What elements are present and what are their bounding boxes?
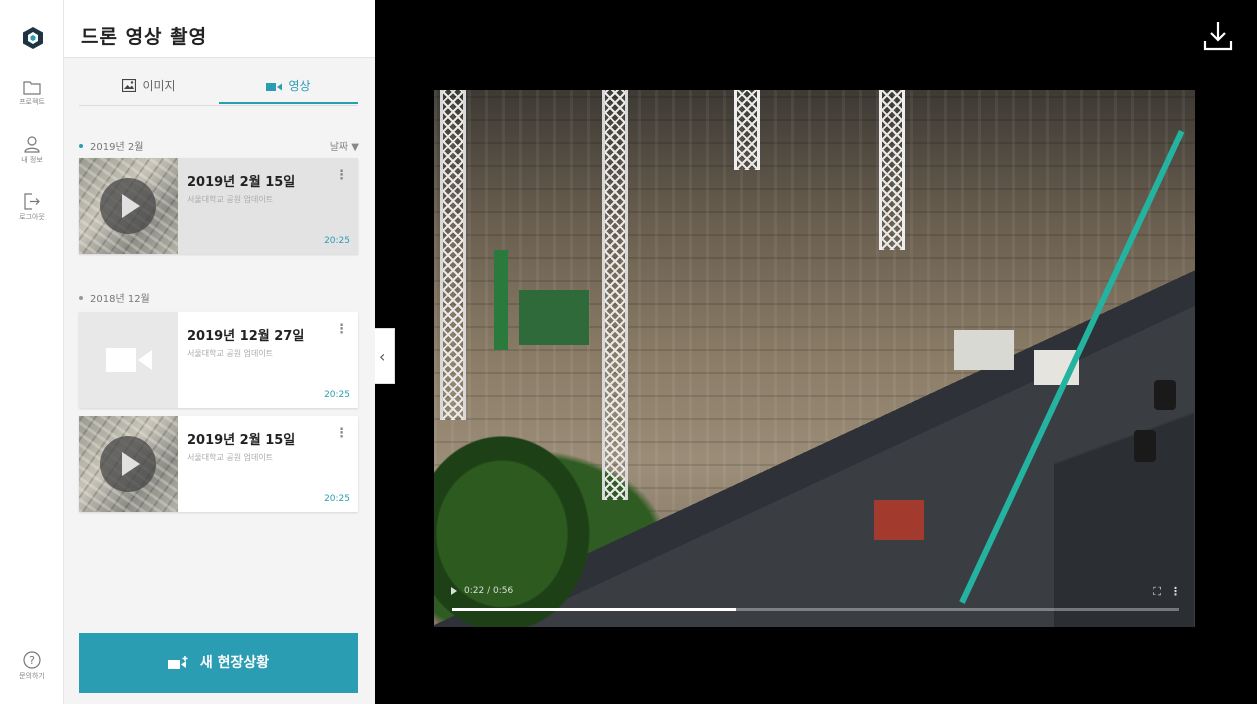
- logout-icon: [24, 193, 40, 210]
- rail-logout-label: 로그아웃: [19, 213, 45, 221]
- item-title: 2019년 2월 15일: [187, 433, 296, 448]
- play-icon: [100, 436, 156, 492]
- image-icon: [122, 78, 137, 93]
- folder-icon: [23, 81, 41, 95]
- fullscreen-icon[interactable]: ⛶: [1153, 585, 1161, 599]
- media-list-panel: 드론 영상 촬영 이미지 영상 2019년 2월 날짜 ▼ 2019년 2월 1…: [64, 0, 375, 704]
- rail-projects[interactable]: 프로젝트: [0, 80, 64, 107]
- rail-my-info-label: 내 정보: [21, 156, 43, 164]
- sort-by-date-dropdown[interactable]: 날짜 ▼: [330, 138, 359, 153]
- video-progress-bar[interactable]: [452, 608, 1179, 611]
- tab-videos[interactable]: 영상: [219, 68, 358, 104]
- item-subtitle: 서울대학교 공원 업데이트: [187, 453, 274, 462]
- more-vertical-icon[interactable]: ⋮: [335, 426, 348, 441]
- group-label-text: 2019년 2월: [90, 142, 144, 153]
- play-control-icon[interactable]: [451, 587, 457, 595]
- item-duration: 20:25: [324, 494, 350, 504]
- group-label-2019-02: 2019년 2월: [79, 138, 143, 153]
- rail-logout[interactable]: 로그아웃: [0, 193, 64, 222]
- play-icon: [100, 178, 156, 234]
- panel-header: 드론 영상 촬영: [64, 0, 375, 58]
- video-thumbnail: [79, 416, 178, 512]
- app-logo[interactable]: [22, 26, 44, 50]
- item-subtitle: 서울대학교 공원 업데이트: [187, 349, 274, 358]
- rail-my-info[interactable]: 내 정보: [0, 136, 64, 165]
- group-dot: [79, 296, 83, 300]
- rail-help[interactable]: ? 문의하기: [0, 651, 64, 681]
- item-subtitle: 서울대학교 공원 업데이트: [187, 195, 274, 204]
- tree-canopy: [434, 420, 604, 627]
- svg-text:?: ?: [29, 654, 35, 667]
- group-label-text: 2018년 12월: [90, 294, 150, 305]
- video-camera-plus-icon: [167, 656, 188, 669]
- tab-images[interactable]: 이미지: [79, 68, 219, 104]
- icon-rail: 프로젝트 내 정보 로그아웃 ? 문의하기: [0, 0, 64, 704]
- item-title: 2019년 12월 27일: [187, 329, 305, 344]
- video-player[interactable]: 0:22 / 0:56 ⛶ ⋮: [434, 90, 1195, 627]
- group-label-2018-12: 2018년 12월: [79, 290, 150, 305]
- new-site-status-label: 새 현장상황: [199, 655, 270, 671]
- media-tabs: 이미지 영상: [79, 68, 358, 106]
- rail-help-label: 문의하기: [19, 672, 45, 680]
- site-container: [519, 290, 589, 345]
- item-duration: 20:25: [324, 236, 350, 246]
- item-title: 2019년 2월 15일: [187, 175, 296, 190]
- more-vertical-icon[interactable]: ⋮: [335, 322, 348, 337]
- new-site-status-button[interactable]: 새 현장상황: [79, 633, 358, 693]
- crane-tower: [734, 90, 760, 170]
- more-vertical-icon[interactable]: ⋮: [335, 168, 348, 183]
- video-camera-icon: [266, 83, 283, 91]
- list-item[interactable]: 2019년 2월 15일 서울대학교 공원 업데이트 ⋮ 20:25: [79, 416, 358, 512]
- site-structure: [494, 250, 508, 350]
- tabs-divider: [79, 105, 358, 106]
- video-viewer: 0:22 / 0:56 ⛶ ⋮: [375, 0, 1257, 704]
- video-progress-fill: [452, 608, 736, 611]
- video-time: 0:22 / 0:56: [464, 586, 514, 596]
- tab-images-label: 이미지: [142, 79, 176, 93]
- site-scaffold: [874, 500, 924, 540]
- site-cabin: [954, 330, 1014, 370]
- more-vertical-icon[interactable]: ⋮: [1170, 585, 1181, 598]
- page-title: 드론 영상 촬영: [81, 26, 208, 48]
- rail-projects-label: 프로젝트: [19, 98, 45, 106]
- video-camera-icon: [106, 348, 152, 372]
- tab-videos-label: 영상: [288, 79, 311, 93]
- group-dot: [79, 144, 83, 148]
- app-root: 프로젝트 내 정보 로그아웃 ? 문의하기 드론 영상 촬영 이미지 영상 20…: [0, 0, 1257, 704]
- collapse-panel-button[interactable]: ‹: [375, 328, 395, 384]
- user-icon: [24, 136, 40, 153]
- help-icon: ?: [23, 651, 41, 669]
- crane-tower: [602, 90, 628, 500]
- video-thumbnail-placeholder: [79, 312, 178, 408]
- download-icon[interactable]: [1203, 20, 1233, 52]
- list-item[interactable]: 2019년 2월 15일 서울대학교 공원 업데이트 ⋮ 20:25: [79, 158, 358, 254]
- car: [1154, 380, 1176, 410]
- item-duration: 20:25: [324, 390, 350, 400]
- crane-tower: [879, 90, 905, 250]
- car: [1134, 430, 1156, 462]
- crane-tower: [440, 90, 466, 420]
- list-item[interactable]: 2019년 12월 27일 서울대학교 공원 업데이트 ⋮ 20:25: [79, 312, 358, 408]
- chevron-left-icon: ‹: [379, 347, 386, 366]
- video-thumbnail: [79, 158, 178, 254]
